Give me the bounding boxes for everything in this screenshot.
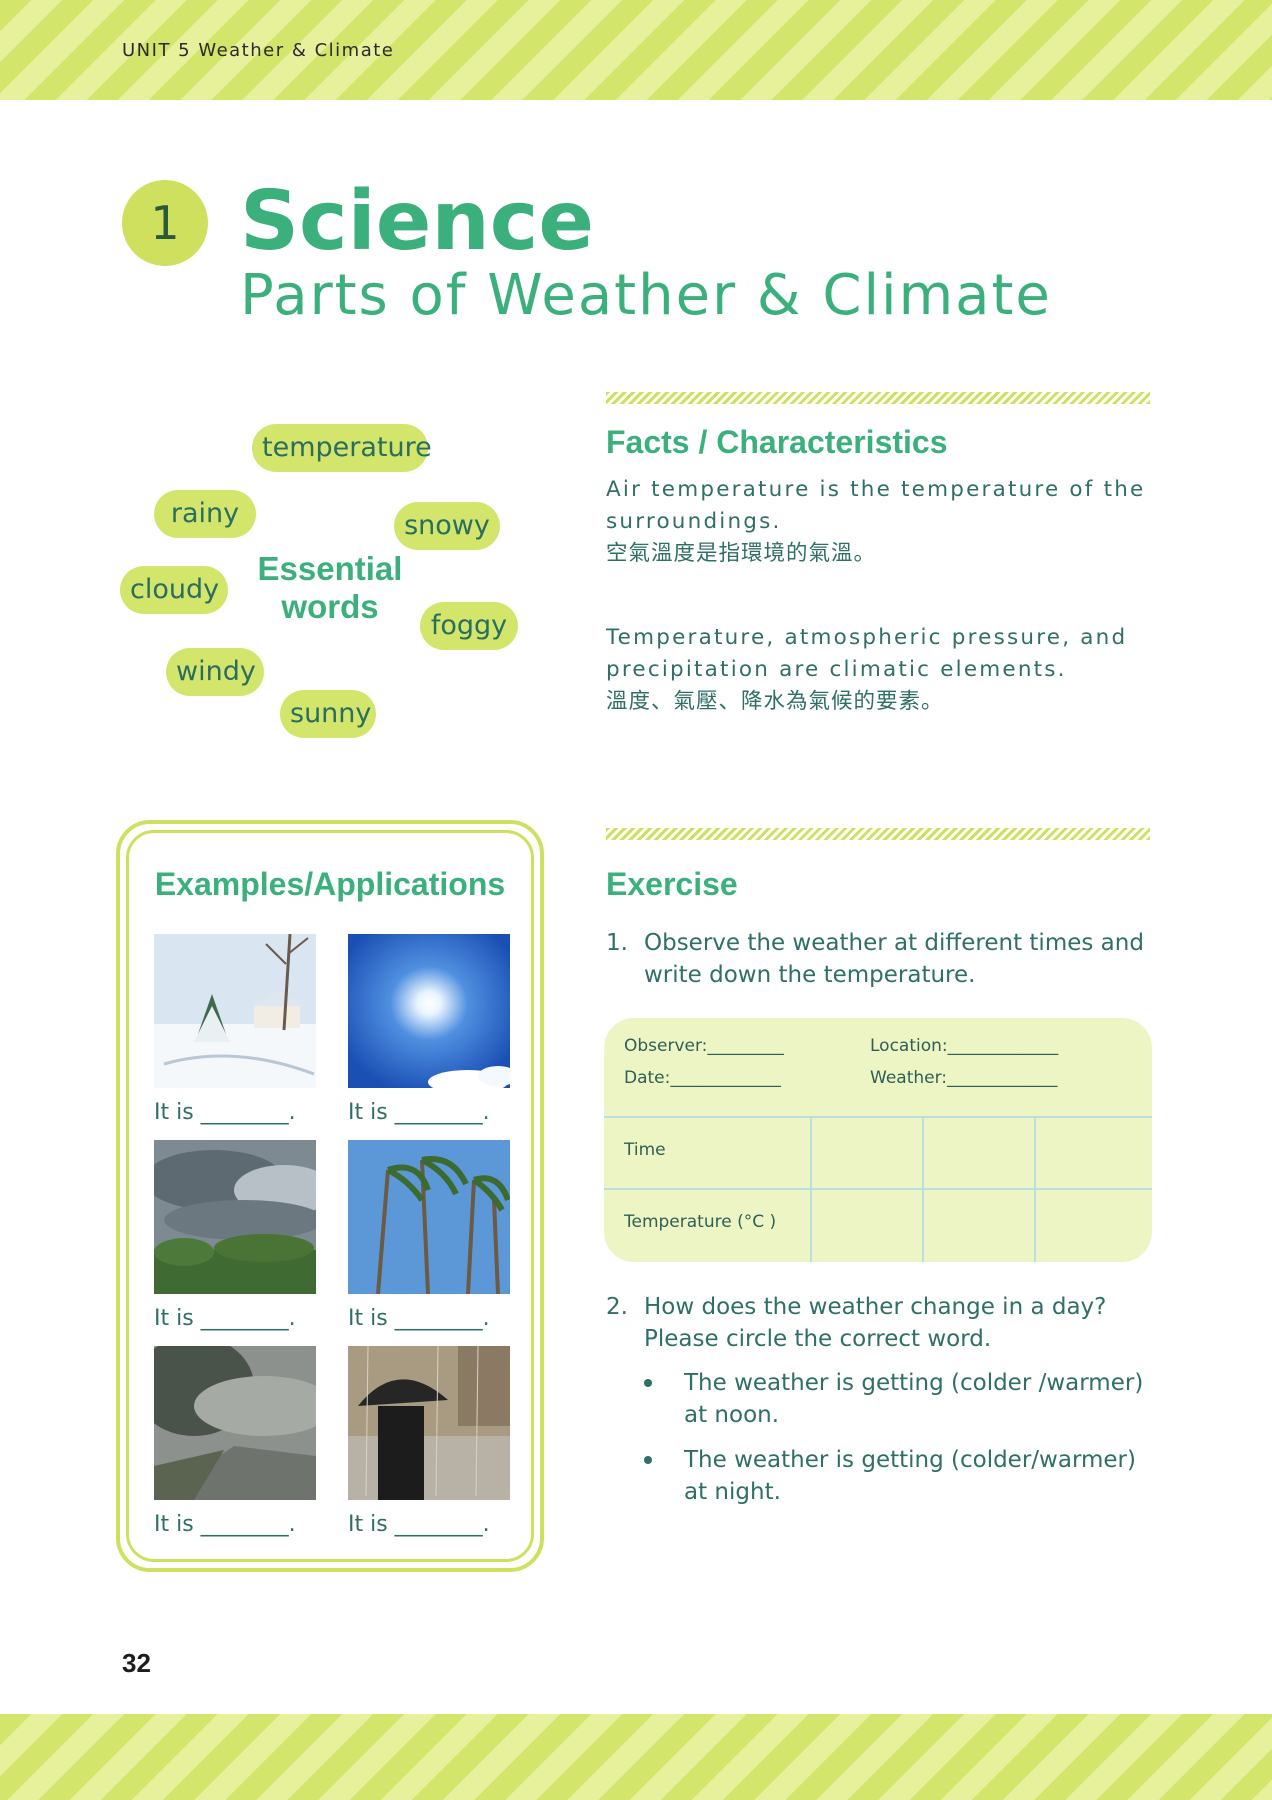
page-number: 32: [122, 1648, 151, 1678]
section-number: 1: [150, 196, 180, 250]
facts-heading: Facts / Characteristics: [606, 424, 948, 460]
question-2-text: How does the weather change in a day? Pl…: [644, 1294, 1107, 1352]
photo-caption-6: It is ________.: [348, 1512, 490, 1537]
exercise-question-2: 2. How does the weather change in a day?…: [606, 1291, 1166, 1355]
essential-label-line1: Essential: [257, 550, 403, 587]
photo-caption-2: It is ________.: [348, 1100, 490, 1125]
examples-heading: Examples/Applications: [154, 866, 506, 902]
section-number-badge: 1: [122, 180, 208, 266]
question-1-number: 1.: [606, 930, 628, 956]
observer-field[interactable]: Observer:_________: [624, 1036, 784, 1056]
rainy-umbrella-photo: [348, 1346, 510, 1500]
word-pill-foggy: foggy: [420, 602, 518, 650]
weather-field[interactable]: Weather:_____________: [870, 1068, 1058, 1088]
word-pill-rainy: rainy: [154, 490, 256, 538]
exercise-question-1: 1. Observe the weather at different time…: [606, 927, 1166, 991]
word-pill-snowy: snowy: [394, 502, 500, 550]
facts-p2-chinese: 溫度、氣壓、降水為氣候的要素。: [606, 689, 944, 714]
temperature-cell-1[interactable]: [812, 1190, 922, 1262]
facts-p2-english: Temperature, atmospheric pressure, and p…: [606, 625, 1128, 682]
page-title: Science: [240, 174, 594, 269]
photo-caption-1: It is ________.: [154, 1100, 296, 1125]
exercise-heading: Exercise: [606, 866, 738, 902]
snowy-scene-photo: [154, 934, 316, 1088]
word-pill-cloudy: cloudy: [120, 566, 228, 614]
page-subtitle: Parts of Weather & Climate: [240, 263, 1052, 328]
word-pill-temperature: temperature: [252, 424, 432, 472]
time-cell-2[interactable]: [924, 1118, 1034, 1188]
facts-paragraph-1: Air temperature is the temperature of th…: [606, 474, 1154, 570]
foggy-road-photo: [154, 1346, 316, 1500]
bullet-dot-icon: [644, 1379, 652, 1387]
exercise-divider: [606, 828, 1150, 840]
photo-caption-3: It is ________.: [154, 1306, 296, 1331]
photo-caption-5: It is ________.: [154, 1512, 296, 1537]
bottom-stripe-band: [0, 1714, 1272, 1800]
word-pill-sunny: sunny: [280, 690, 376, 738]
facts-p1-english: Air temperature is the temperature of th…: [606, 477, 1146, 534]
word-pill-windy: windy: [166, 648, 264, 696]
time-row-label: Time: [624, 1140, 666, 1160]
facts-divider: [606, 392, 1150, 404]
windy-palms-photo: [348, 1140, 510, 1294]
facts-paragraph-2: Temperature, atmospheric pressure, and p…: [606, 622, 1154, 718]
temperature-cell-3[interactable]: [1036, 1190, 1152, 1262]
facts-p1-chinese: 空氣溫度是指環境的氣溫。: [606, 541, 877, 566]
bullet-item-1: The weather is getting (colder /warmer) …: [644, 1367, 1164, 1431]
question-2-number: 2.: [606, 1294, 628, 1320]
temperature-cell-2[interactable]: [924, 1190, 1034, 1262]
unit-label: UNIT 5 Weather & Climate: [122, 40, 395, 61]
sunny-sky-photo: [348, 934, 510, 1088]
time-cell-3[interactable]: [1036, 1118, 1152, 1188]
essential-words-label: Essential words: [240, 550, 420, 626]
cloudy-sky-photo: [154, 1140, 316, 1294]
time-cell-1[interactable]: [812, 1118, 922, 1188]
bullet-item-2: The weather is getting (colder/warmer) a…: [644, 1444, 1164, 1508]
temperature-row-label: Temperature (°C ): [624, 1212, 777, 1232]
bullet-1-text[interactable]: The weather is getting (colder /warmer) …: [684, 1367, 1164, 1431]
observation-table: Observer:_________ Location:____________…: [604, 1018, 1152, 1262]
question-1-text: Observe the weather at different times a…: [644, 930, 1144, 988]
bullet-2-text[interactable]: The weather is getting (colder/warmer) a…: [684, 1444, 1164, 1508]
location-field[interactable]: Location:_____________: [870, 1036, 1058, 1056]
bullet-dot-icon: [644, 1456, 652, 1464]
date-field[interactable]: Date:_____________: [624, 1068, 781, 1088]
photo-caption-4: It is ________.: [348, 1306, 490, 1331]
essential-label-line2: words: [281, 588, 379, 625]
